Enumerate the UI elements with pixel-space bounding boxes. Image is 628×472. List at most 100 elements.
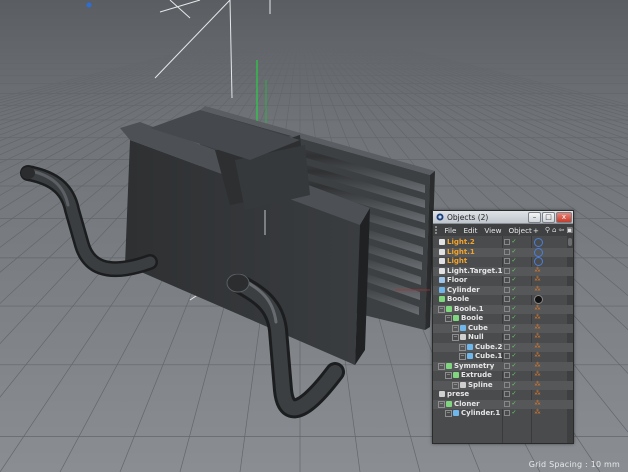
object-name[interactable]: Boole [453, 314, 483, 323]
enabled-check-icon[interactable]: ✓ [511, 400, 517, 407]
tree-expander-icon[interactable]: − [438, 305, 445, 313]
object-tags[interactable] [534, 257, 544, 266]
object-row[interactable]: Cylinder ✓ ⁂ [433, 285, 573, 295]
object-tags[interactable]: ⁂ [534, 409, 542, 418]
enabled-check-icon[interactable]: ✓ [511, 334, 517, 340]
object-name[interactable]: Spline [460, 381, 493, 390]
visibility-flags[interactable]: ✓ [504, 305, 518, 313]
layer-icon[interactable] [504, 286, 510, 293]
visibility-flags[interactable]: ✓ [504, 391, 518, 398]
object-name[interactable]: Cube [460, 324, 488, 333]
visibility-flags[interactable]: ✓ [504, 343, 518, 351]
object-row[interactable]: − Cylinder.1 ✓ ⁂ [433, 409, 573, 418]
enabled-check-icon[interactable]: ✓ [511, 248, 517, 255]
object-name[interactable]: Symmetry [446, 362, 494, 371]
tree-expander-icon[interactable]: − [438, 400, 445, 408]
object-tags[interactable]: ⁂ [534, 333, 542, 342]
layer-icon[interactable] [504, 305, 510, 312]
enabled-check-icon[interactable]: ✓ [511, 239, 517, 245]
target-tag-icon[interactable] [534, 257, 543, 266]
layer-icon[interactable] [504, 362, 510, 369]
object-name[interactable]: Light.1 [439, 248, 475, 257]
menu-edit[interactable]: Edit [463, 226, 477, 235]
target-tag-icon[interactable] [534, 238, 543, 247]
phong-tag-icon[interactable]: ⁂ [534, 400, 541, 407]
phong-tag-icon[interactable]: ⁂ [534, 305, 541, 312]
object-row[interactable]: − Cube.1 ✓ ⁂ [433, 352, 573, 361]
object-row[interactable]: − Symmetry ✓ ⁂ [433, 361, 573, 371]
object-row[interactable]: − Boole.1 ✓ ⁂ [433, 304, 573, 314]
layer-icon[interactable] [504, 372, 510, 378]
objects-title-bar[interactable]: Objects (2) – □ x [433, 211, 573, 224]
object-row[interactable]: Floor ✓ ⁂ [433, 276, 573, 285]
object-name[interactable]: Cube.1 [467, 352, 502, 361]
material-tag-icon[interactable] [534, 295, 543, 304]
visibility-flags[interactable]: ✓ [504, 324, 518, 332]
enabled-check-icon[interactable]: ✓ [511, 372, 517, 378]
tree-expander-icon[interactable]: − [445, 372, 452, 379]
visibility-flags[interactable]: ✓ [504, 277, 518, 284]
layer-icon[interactable] [504, 343, 510, 350]
tree-expander-icon[interactable]: − [445, 315, 452, 322]
layer-icon[interactable] [504, 296, 510, 302]
phong-tag-icon[interactable]: ⁂ [534, 371, 541, 378]
layer-icon[interactable] [504, 324, 510, 331]
object-tags[interactable]: ⁂ [534, 390, 542, 399]
object-tags[interactable]: ⁂ [534, 276, 542, 285]
object-name[interactable]: Cloner [446, 400, 480, 409]
enabled-check-icon[interactable]: ✓ [511, 353, 517, 359]
object-name[interactable]: Null [460, 333, 484, 342]
layer-icon[interactable] [504, 248, 510, 255]
object-tags[interactable] [534, 238, 544, 247]
phong-tag-icon[interactable]: ⁂ [534, 267, 541, 274]
target-tag-icon[interactable] [534, 247, 543, 257]
object-name[interactable]: Cylinder [439, 286, 480, 295]
phong-tag-icon[interactable]: ⁂ [534, 381, 541, 388]
layer-icon[interactable] [504, 267, 510, 274]
object-tags[interactable]: ⁂ [534, 314, 542, 323]
layer-icon[interactable] [504, 258, 510, 264]
object-row[interactable]: Light.Target.1 ✓ ⁂ [433, 266, 573, 276]
object-name[interactable]: Cube.2 [467, 343, 502, 352]
menu-file[interactable]: File [444, 226, 456, 235]
phong-tag-icon[interactable]: ⁂ [534, 286, 541, 293]
menu-more[interactable]: + [533, 226, 539, 235]
layer-icon[interactable] [504, 410, 510, 416]
enabled-check-icon[interactable]: ✓ [511, 277, 517, 283]
layer-icon[interactable] [504, 400, 510, 407]
object-name[interactable]: Light [439, 257, 467, 266]
tree-expander-icon[interactable]: − [459, 343, 466, 351]
layer-icon[interactable] [504, 381, 510, 388]
phong-tag-icon[interactable]: ⁂ [534, 352, 541, 359]
object-tags[interactable] [534, 247, 544, 257]
visibility-flags[interactable]: ✓ [504, 258, 518, 265]
phong-tag-icon[interactable]: ⁂ [534, 314, 541, 321]
object-tags[interactable]: ⁂ [534, 400, 542, 409]
search-icon[interactable]: ⚲ [545, 226, 550, 234]
layer-icon[interactable] [504, 391, 510, 397]
visibility-flags[interactable]: ✓ [504, 353, 518, 360]
minimize-button[interactable]: – [528, 211, 541, 223]
layer-icon[interactable] [504, 315, 510, 321]
grip-icon[interactable] [435, 226, 438, 234]
object-name[interactable]: Light.Target.1 [439, 267, 503, 276]
object-tags[interactable]: ⁂ [534, 381, 542, 390]
object-tags[interactable]: ⁂ [534, 267, 542, 276]
object-row[interactable]: Boole ✓ [433, 295, 573, 304]
home-icon[interactable]: ⌂ [552, 226, 556, 234]
tree-expander-icon[interactable]: − [438, 362, 445, 370]
visibility-flags[interactable]: ✓ [504, 381, 518, 389]
object-row[interactable]: Light ✓ [433, 257, 573, 266]
object-tags[interactable]: ⁂ [534, 305, 542, 314]
tree-expander-icon[interactable]: − [452, 324, 459, 332]
object-name[interactable]: Floor [439, 276, 467, 285]
enabled-check-icon[interactable]: ✓ [511, 258, 517, 264]
enabled-check-icon[interactable]: ✓ [511, 296, 517, 302]
object-row[interactable]: − Boole ✓ ⁂ [433, 314, 573, 323]
visibility-flags[interactable]: ✓ [504, 315, 518, 322]
phong-tag-icon[interactable]: ⁂ [534, 390, 541, 397]
layer-icon[interactable] [504, 239, 510, 245]
object-row[interactable]: − Extrude ✓ ⁂ [433, 371, 573, 380]
visibility-flags[interactable]: ✓ [504, 248, 518, 256]
layer-icon[interactable] [504, 353, 510, 359]
